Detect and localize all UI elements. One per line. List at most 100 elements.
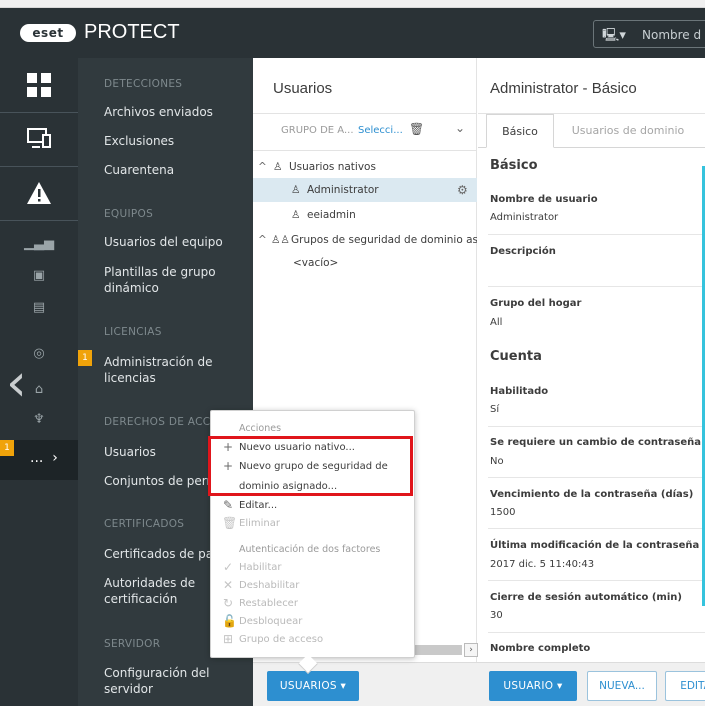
last-password-change-label: Última modificación de la contraseña [490,540,700,551]
nav-heading-detections: DETECCIONES [104,78,183,90]
more-button[interactable]: 1 ... › [0,440,78,480]
username-value: Administrator [490,212,559,223]
menu-item-delete[interactable]: Eliminar [239,518,280,529]
chevron-down-icon: ▾ [557,680,563,692]
nav-item-exclusions[interactable]: Exclusiones [104,133,252,149]
window-top-strip [0,0,705,8]
eset-logo: eset [20,24,76,42]
last-password-change-value: 2017 dic. 5 11:40:43 [490,559,595,570]
menu-item-access-group[interactable]: Grupo de acceso [239,634,323,645]
username-label: Nombre de usuario [490,194,598,205]
tasks-icon[interactable]: ▣ [0,260,78,290]
scroll-right-icon[interactable]: › [464,643,478,657]
password-change-required-value: No [490,456,504,467]
section-account-heading: Cuenta [490,349,542,364]
menu-item-reset[interactable]: Restablecer [239,598,298,609]
computers-icon[interactable] [0,112,78,166]
auto-logout-label: Cierre de sesión automático (min) [490,592,682,603]
user-icon: ♙ [291,209,301,221]
user-group-icon: ♙♙ [271,234,290,246]
two-factor-heading: Autenticación de dos factores [239,544,381,555]
tree-node-label: Administrator [307,184,379,196]
nav-item-submitted-files[interactable]: Archivos enviados [104,104,252,120]
detections-warning-icon[interactable] [0,166,78,220]
dashboard-icon[interactable] [0,58,78,112]
access-group-icon: ⊞ [222,632,234,646]
enabled-value: Sí [490,404,500,415]
chevron-down-icon[interactable]: ⌄ [455,121,465,135]
computer-filter-icon[interactable]: 🖳▾ [602,26,626,48]
tree-node-label: Usuarios nativos [289,161,376,173]
nav-heading-computers: EQUIPOS [104,208,154,220]
product-name: PROTECT [84,21,180,43]
detail-title: Administrator - Básico [490,80,637,97]
user-icon: ♙ [291,184,301,196]
password-change-required-label: Se requiere un cambio de contraseña [490,437,702,448]
reports-icon[interactable]: ▁▃▅ [0,228,78,258]
home-group-label: Grupo del hogar [490,298,582,309]
password-expiry-value: 1500 [490,507,516,518]
home-group-value: All [490,317,503,328]
filter-select-link[interactable]: Selecci... [358,125,403,136]
pencil-icon: ✎ [222,498,234,512]
more-label: ... › [30,450,58,466]
nav-heading-server: SERVIDOR [104,638,161,650]
nav-item-dynamic-group-templates[interactable]: Plantillas de grupo dinámico [104,264,252,296]
tree-node-eeiadmin[interactable]: ♙ eeiadmin [253,203,477,227]
tree-node-label: <vacío> [293,257,339,269]
menu-item-edit[interactable]: Editar... [239,500,277,511]
tree-node-domain-security-groups[interactable]: ^ ♙♙ Grupos de seguridad de dominio asig… [253,228,477,252]
close-icon: ✕ [222,578,234,592]
users-actions-button[interactable]: USUARIOS ▾ [267,671,359,701]
edit-button[interactable]: EDITA [665,671,705,701]
user-actions-button[interactable]: USUARIO ▾ [489,671,577,701]
unlock-icon: 🔓 [222,614,237,628]
tree-node-native-users[interactable]: ^ ♙ Usuarios nativos [253,155,477,179]
tree-node-administrator[interactable]: ♙ Administrator ⚙ [253,178,477,202]
tab-basic[interactable]: Básico [486,114,554,148]
enabled-label: Habilitado [490,386,549,397]
user-detail-panel: Administrator - Básico Básico Usuarios d… [478,58,705,662]
collapse-caret-icon[interactable]: ^ [258,155,267,179]
license-badge: 1 [78,350,92,366]
installers-icon[interactable]: ▤ [0,292,78,322]
collapse-caret-icon[interactable]: ^ [258,228,267,252]
nav-item-computer-users[interactable]: Usuarios del equipo [104,234,252,250]
check-icon: ✓ [222,560,234,574]
menu-item-disable[interactable]: Deshabilitar [239,580,299,591]
bottom-action-bar: USUARIOS ▾ USUARIO ▾ NUEVA... EDITA [253,662,705,706]
tree-node-label: Grupos de seguridad de dominio asignad [291,234,477,246]
highlight-annotation-box [208,436,413,496]
nav-heading-certificates: CERTIFICADOS [104,518,185,530]
user-icon: ♙ [273,161,283,173]
computer-search-field[interactable]: 🖳▾ Nombre d [593,20,705,48]
nav-item-quarantine[interactable]: Cuarentena [104,162,252,178]
nav-item-license-management[interactable]: Administración de licencias [104,354,252,386]
trash-icon: 🗑 [222,516,238,530]
tree-node-empty: <vacío> [253,251,477,275]
access-group-filter[interactable]: GRUPO DE A... Selecci... 🗑 ⌄ [269,116,477,146]
gear-icon[interactable]: ⚙ [457,178,468,202]
new-button[interactable]: NUEVA... [587,671,657,701]
menu-item-enable[interactable]: Habilitar [239,562,282,573]
actions-heading: Acciones [239,423,282,434]
tree-node-label: eeiadmin [307,209,356,221]
nav-item-server-settings[interactable]: Configuración del servidor [104,665,252,697]
more-badge: 1 [0,440,14,456]
horizontal-scrollbar[interactable]: › [407,643,478,657]
tab-domain-users[interactable]: Usuarios de dominio [568,114,688,148]
trash-icon[interactable]: 🗑 [409,122,424,136]
filter-label: GRUPO DE A... [281,125,354,136]
top-header: eset PROTECT 🖳▾ Nombre d [0,8,705,58]
nav-heading-licenses: LICENCIAS [104,326,162,338]
users-panel-title: Usuarios [273,80,333,97]
icon-rail: ▁▃▅ ▣ ▤ ◎ ⌂ ♆ ‹ [0,58,78,706]
refresh-icon: ↻ [222,596,234,610]
section-basic-heading: Básico [490,158,538,173]
password-expiry-label: Vencimiento de la contraseña (días) [490,489,694,500]
collapse-arrow-icon[interactable]: ‹ [6,357,42,409]
full-name-label: Nombre completo [490,643,591,654]
description-label: Descripción [490,246,556,257]
auto-logout-value: 30 [490,610,503,621]
menu-item-unlock[interactable]: Desbloquear [239,616,302,627]
